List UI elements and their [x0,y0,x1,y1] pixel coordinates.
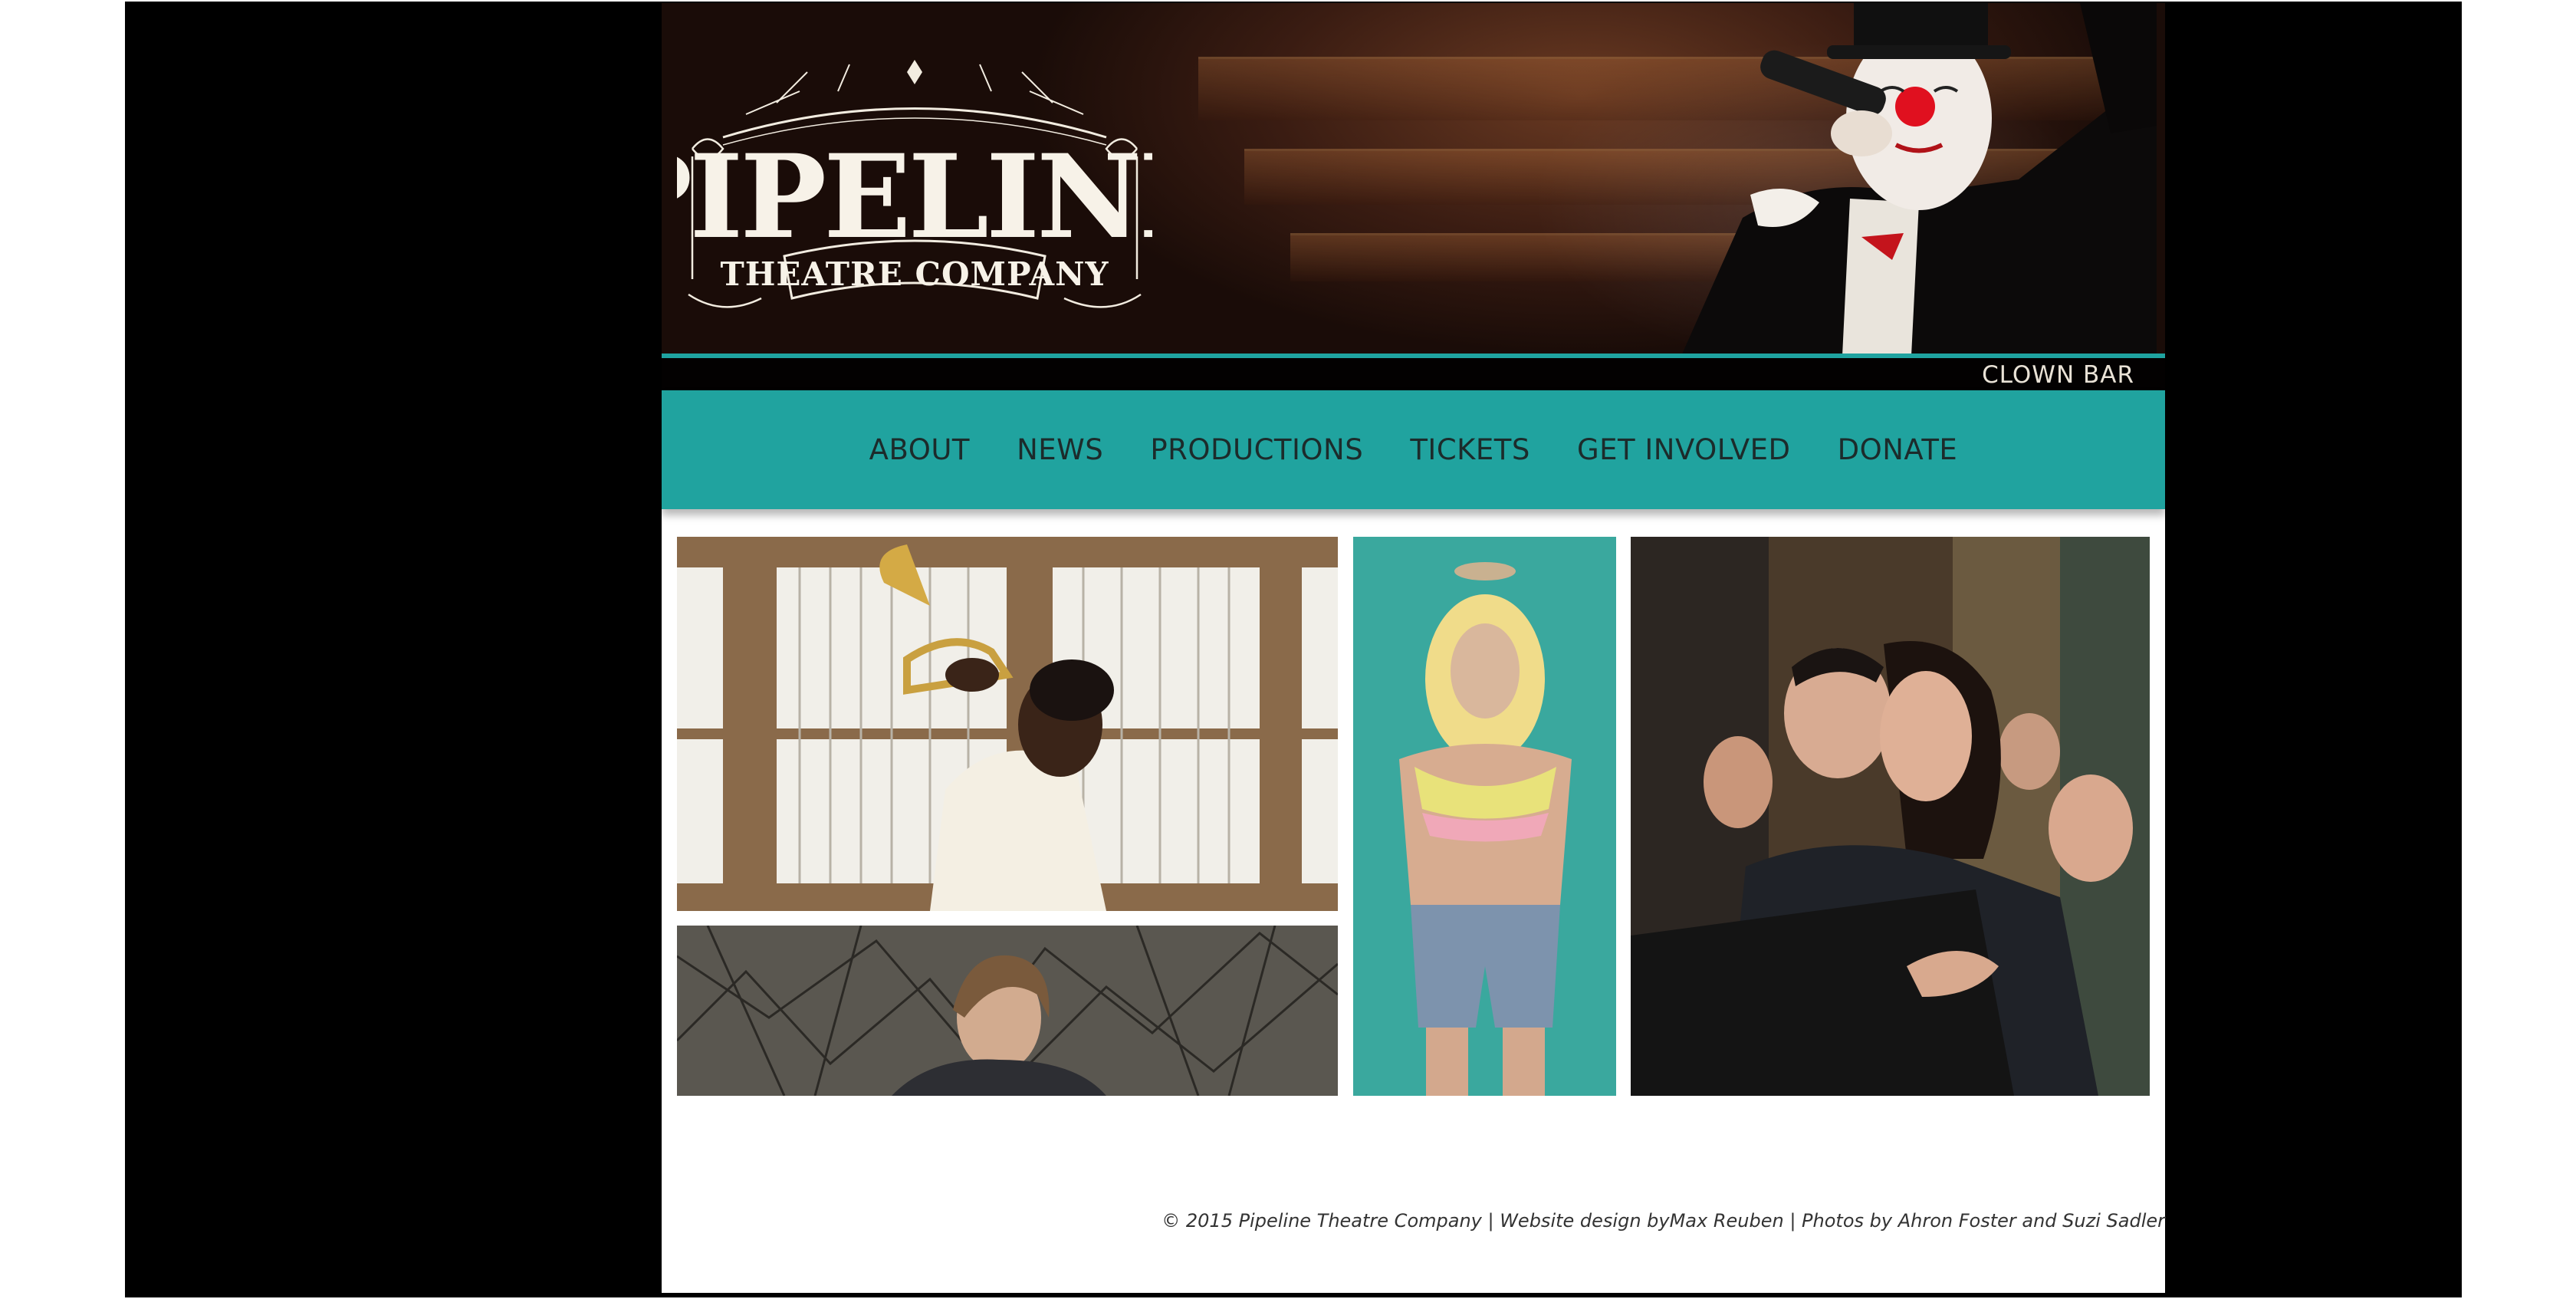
footer-copyright: © 2015 Pipeline Theatre Company | Websit… [1162,1210,1670,1232]
nav-item-news[interactable]: NEWS [1017,433,1103,466]
woman-in-thicket-image [677,926,1338,1096]
header-banner: PIPELINE THEATRE COMPANY CLOWN [662,3,2165,390]
production-caption[interactable]: CLOWN BAR [1982,361,2134,389]
blonde-wig-performer-photo[interactable] [1353,537,1616,1096]
nav-item-get-involved[interactable]: GET INVOLVED [1577,433,1791,466]
main-navigation: ABOUT NEWS PRODUCTIONS TICKETS GET INVOL… [662,390,2165,509]
couple-embracing-image [1631,537,2150,1096]
pipeline-logo[interactable]: PIPELINE THEATRE COMPANY [677,49,1152,333]
nav-item-donate[interactable]: DONATE [1838,433,1958,466]
page-background: PIPELINE THEATRE COMPANY CLOWN [125,2,2462,1297]
trumpet-player-photo[interactable] [677,537,1338,911]
logo-tagline: THEATRE COMPANY [720,255,1109,293]
trumpet-player-image [677,537,1338,911]
footer-designer-link[interactable]: Max Reuben [1670,1210,1784,1232]
footer-credits: © 2015 Pipeline Theatre Company | Websit… [1162,1210,2165,1232]
nav-item-tickets[interactable]: TICKETS [1410,433,1530,466]
caption-strip: CLOWN BAR [662,358,2165,390]
nav-menu: ABOUT NEWS PRODUCTIONS TICKETS GET INVOL… [662,433,2165,466]
page-container: PIPELINE THEATRE COMPANY CLOWN [662,3,2165,1293]
nav-item-productions[interactable]: PRODUCTIONS [1150,433,1363,466]
diamond-icon [907,60,922,84]
couple-embracing-photo[interactable] [1631,537,2150,1096]
blonde-wig-performer-image [1353,537,1616,1096]
clown-performer-image [1681,3,2157,356]
footer-photo-credits: | Photos by Ahron Foster and Suzi Sadler [1783,1210,2165,1232]
woman-in-thicket-photo[interactable] [677,926,1338,1096]
logo-name: PIPELINE [677,130,1152,265]
nav-item-about[interactable]: ABOUT [869,433,970,466]
